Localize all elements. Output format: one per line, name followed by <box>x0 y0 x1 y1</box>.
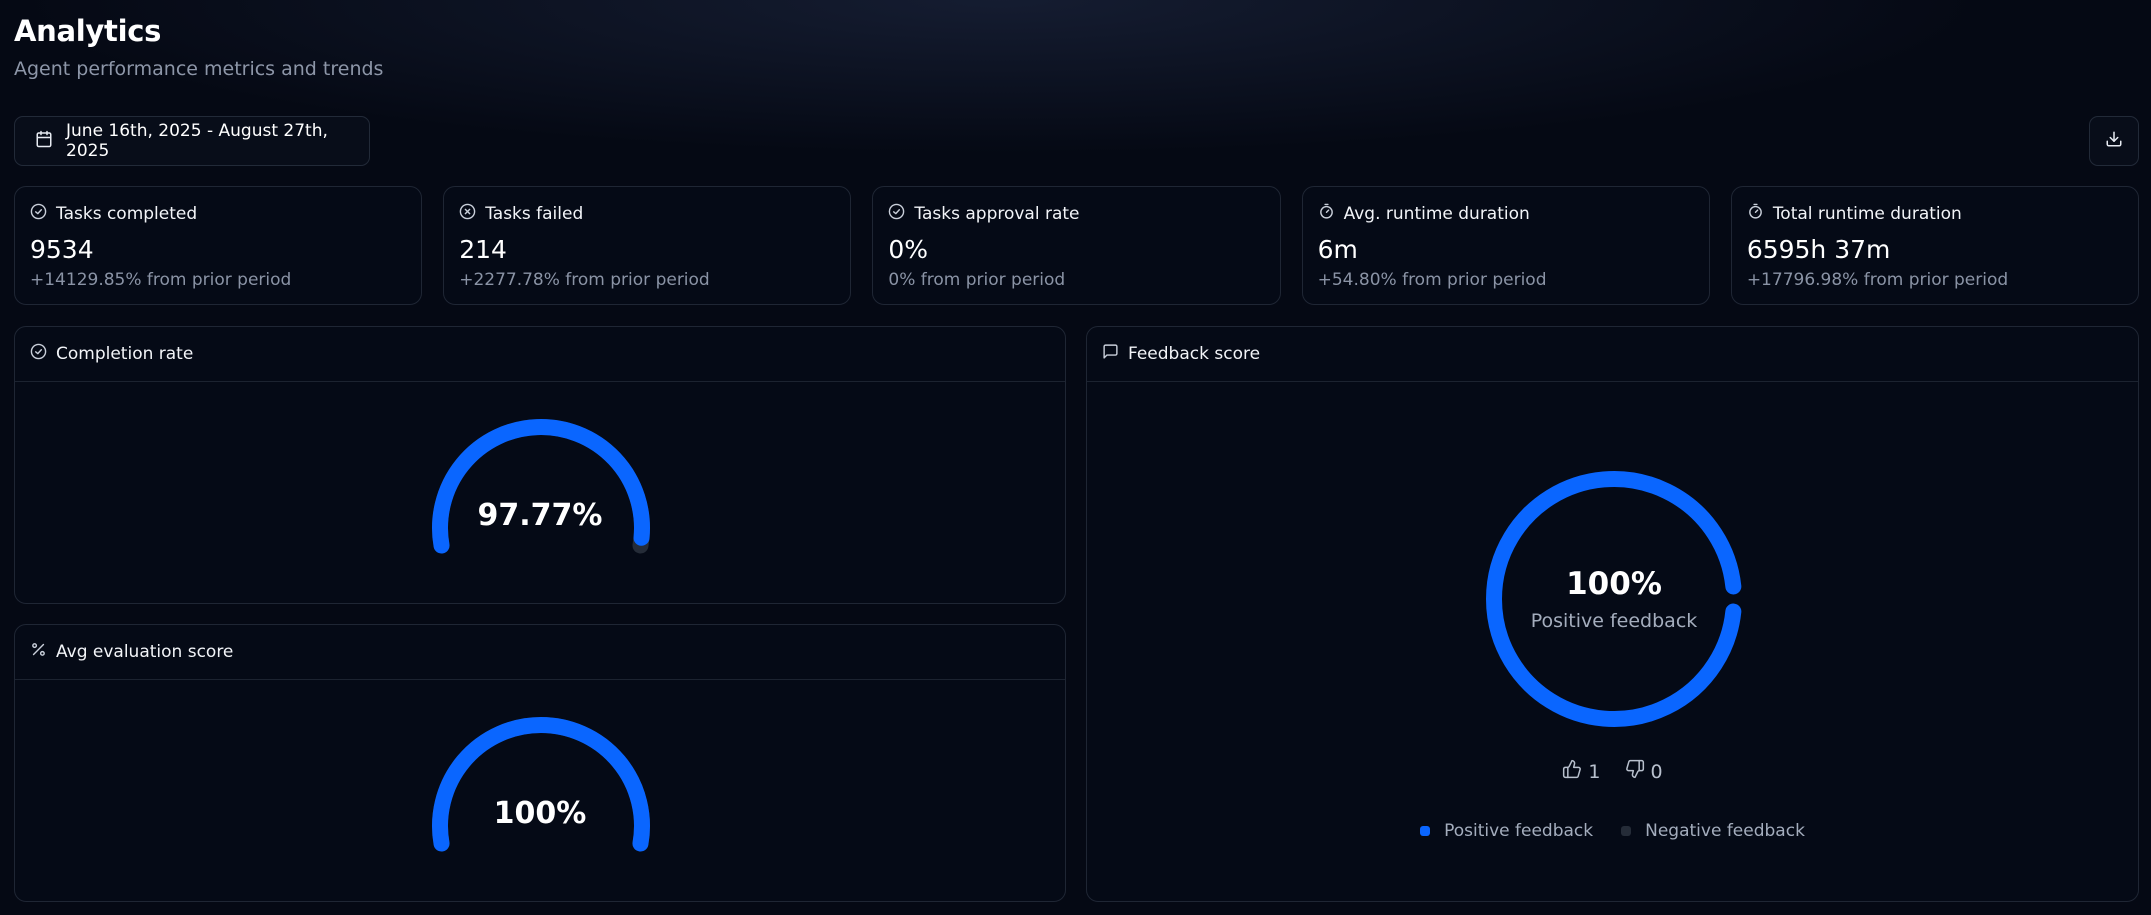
stat-label: Avg. runtime duration <box>1343 204 1530 224</box>
stat-value: 214 <box>459 235 507 264</box>
stat-delta: +14129.85% from prior period <box>30 270 292 290</box>
check-circle-icon <box>888 203 905 225</box>
date-range-picker-button[interactable]: June 16th, 2025 - August 27th, 2025 <box>14 116 370 166</box>
date-range-label: June 16th, 2025 - August 27th, 2025 <box>66 121 328 161</box>
legend-swatch-negative <box>1621 826 1632 836</box>
stats-row: Tasks completed 9534 +14129.85% from pri… <box>14 186 2140 305</box>
ring-label: Positive feedback <box>1530 610 1698 632</box>
feedback-score-card: Feedback score 100% Positive feedback 1 … <box>1086 326 2139 902</box>
completion-gauge: 97.77% <box>15 382 1065 603</box>
stat-card-total-runtime: Total runtime duration 6595h 37m +17796.… <box>1730 186 2140 305</box>
message-square-icon <box>1102 343 1119 365</box>
stat-card-tasks-completed: Tasks completed 9534 +14129.85% from pri… <box>14 186 423 305</box>
percent-icon <box>30 641 47 663</box>
stat-card-avg-runtime: Avg. runtime duration 6m +54.80% from pr… <box>1301 186 1710 305</box>
card-title: Avg evaluation score <box>56 642 234 662</box>
card-header: Feedback score <box>1087 327 2138 382</box>
avg-evaluation-score-card: Avg evaluation score 100% <box>14 624 1066 902</box>
stat-delta: +2277.78% from prior period <box>459 270 710 290</box>
thumbs-up-count: 1 <box>1562 759 1601 784</box>
card-header: Avg evaluation score <box>15 625 1065 680</box>
page-header: Analytics Agent performance metrics and … <box>14 14 383 80</box>
stat-value: 6m <box>1317 235 1358 264</box>
x-circle-icon <box>459 203 476 225</box>
completion-rate-card: Completion rate 97.77% <box>14 326 1066 604</box>
legend-swatch-positive <box>1420 826 1431 836</box>
stat-value: 9534 <box>30 235 94 264</box>
feedback-ring: 100% Positive feedback <box>1482 467 1746 731</box>
card-title: Feedback score <box>1128 344 1261 364</box>
feedback-legend: Positive feedback Negative feedback <box>1087 821 2138 841</box>
timer-icon <box>1318 203 1335 225</box>
evaluation-gauge: 100% <box>15 680 1065 901</box>
stat-delta: +17796.98% from prior period <box>1746 270 2009 290</box>
calendar-icon <box>35 130 53 153</box>
gauge-value: 100% <box>493 796 587 831</box>
stat-card-tasks-failed: Tasks failed 214 +2277.78% from prior pe… <box>443 186 852 305</box>
stat-card-approval-rate: Tasks approval rate 0% 0% from prior per… <box>872 186 1281 305</box>
gauge-value: 97.77% <box>477 498 603 533</box>
stat-label: Tasks failed <box>485 204 584 224</box>
thumbs-down-icon <box>1625 759 1645 784</box>
legend-item-negative: Negative feedback <box>1621 821 1805 841</box>
check-circle-icon <box>30 343 47 365</box>
card-header: Completion rate <box>15 327 1065 382</box>
download-button[interactable] <box>2089 116 2139 166</box>
vote-counts: 1 0 <box>1087 759 2138 784</box>
stat-delta: +54.80% from prior period <box>1317 270 1547 290</box>
stat-value: 0% <box>888 235 929 264</box>
check-circle-icon <box>30 203 47 225</box>
thumbs-down-count: 0 <box>1625 759 1663 784</box>
ring-value: 100% <box>1566 566 1662 602</box>
thumbs-up-icon <box>1562 759 1582 784</box>
timer-icon <box>1747 203 1764 225</box>
page-title: Analytics <box>14 14 162 48</box>
stat-delta: 0% from prior period <box>888 270 1066 290</box>
stat-label: Tasks approval rate <box>914 204 1080 224</box>
card-title: Completion rate <box>56 344 194 364</box>
page-subtitle: Agent performance metrics and trends <box>14 58 384 80</box>
stat-value: 6595h 37m <box>1746 235 1891 264</box>
legend-item-positive: Positive feedback <box>1420 821 1593 841</box>
stat-label: Total runtime duration <box>1772 204 1962 224</box>
stat-label: Tasks completed <box>56 204 198 224</box>
download-icon <box>2105 130 2123 152</box>
